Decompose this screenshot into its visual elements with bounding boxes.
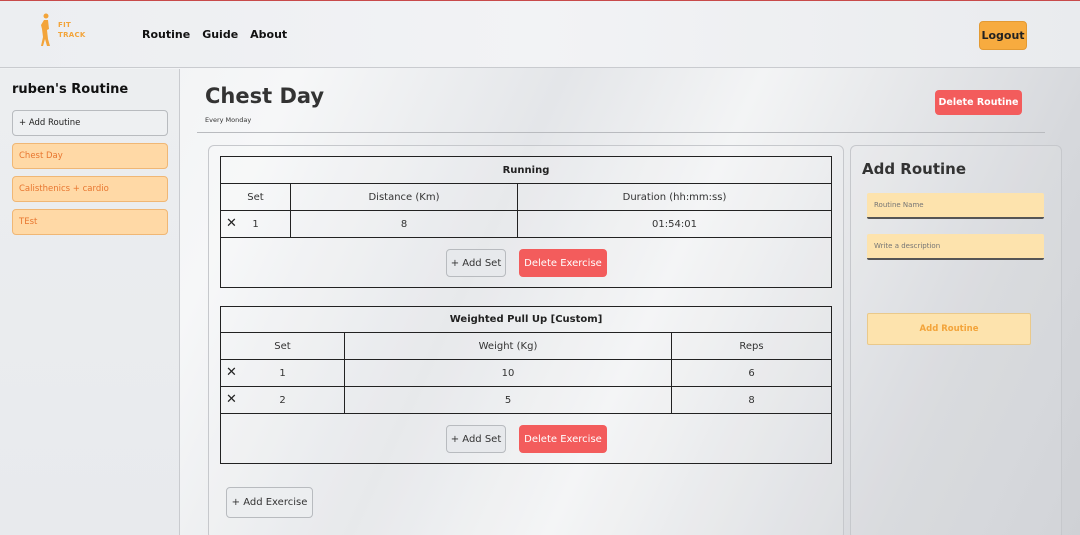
- routine-name-input[interactable]: [867, 193, 1044, 219]
- column-header: Set: [221, 333, 345, 359]
- top-navbar: FIT TRACK Routine Guide About Logout: [0, 0, 1080, 68]
- table-header-row: Set Distance (Km) Duration (hh:mm:ss): [221, 184, 831, 211]
- table-row: ✕ 1 10 6: [221, 360, 831, 387]
- title-divider: [197, 132, 1045, 133]
- reps-value: 8: [748, 394, 755, 406]
- exercise-card-weighted-pull-up: Weighted Pull Up [Custom] Set Weight (Kg…: [220, 306, 832, 464]
- runner-icon: [41, 13, 50, 46]
- main-nav: Routine Guide About: [142, 28, 287, 41]
- column-header: Weight (Kg): [345, 333, 672, 359]
- logout-button[interactable]: Logout: [979, 21, 1027, 50]
- sidebar-item-test[interactable]: TEst: [12, 209, 168, 235]
- column-header: Set: [221, 184, 291, 210]
- nav-guide[interactable]: Guide: [202, 28, 238, 41]
- routine-description-input[interactable]: [867, 234, 1044, 260]
- delete-set-icon[interactable]: ✕: [226, 392, 237, 407]
- exercise-title: Running: [221, 157, 831, 184]
- delete-set-icon[interactable]: ✕: [226, 216, 237, 231]
- table-row: ✕ 2 5 8: [221, 387, 831, 414]
- exercise-card-running: Running Set Distance (Km) Duration (hh:m…: [220, 156, 832, 288]
- set-number: 2: [221, 387, 345, 413]
- add-routine-sidebar-button[interactable]: + Add Routine: [12, 110, 168, 136]
- logo[interactable]: FIT TRACK: [38, 13, 98, 49]
- add-routine-title: Add Routine: [862, 160, 967, 178]
- delete-exercise-button[interactable]: Delete Exercise: [519, 425, 607, 453]
- sidebar-title: ruben's Routine: [12, 82, 129, 97]
- nav-routine[interactable]: Routine: [142, 28, 190, 41]
- sidebar-item-calisthenics[interactable]: Calisthenics + cardio: [12, 176, 168, 202]
- add-exercise-button[interactable]: + Add Exercise: [226, 487, 313, 518]
- duration-value: 01:54:01: [652, 218, 697, 230]
- weight-value: 5: [345, 387, 672, 413]
- distance-value: 8: [291, 211, 518, 237]
- add-set-button[interactable]: + Add Set: [446, 425, 506, 453]
- weight-value: 10: [345, 360, 672, 386]
- delete-routine-button[interactable]: Delete Routine: [935, 90, 1022, 115]
- nav-about[interactable]: About: [250, 28, 287, 41]
- logo-text: FIT TRACK: [58, 21, 86, 39]
- table-row: ✕ 1 8 01:54:01: [221, 211, 831, 238]
- delete-exercise-button[interactable]: Delete Exercise: [519, 249, 607, 277]
- sidebar-item-chest-day[interactable]: Chest Day: [12, 143, 168, 169]
- column-header: Reps: [739, 340, 764, 352]
- delete-set-icon[interactable]: ✕: [226, 365, 237, 380]
- routine-schedule: Every Monday: [205, 116, 252, 124]
- column-header: Distance (Km): [291, 184, 518, 210]
- routine-sidebar: ruben's Routine + Add Routine Chest Day …: [0, 69, 180, 535]
- exercise-title: Weighted Pull Up [Custom]: [221, 307, 831, 333]
- column-header: Duration (hh:mm:ss): [622, 191, 727, 203]
- add-set-button[interactable]: + Add Set: [446, 249, 506, 277]
- exercise-actions: + Add Set Delete Exercise: [221, 238, 831, 287]
- exercise-actions: + Add Set Delete Exercise: [221, 414, 831, 463]
- set-number: 1: [221, 360, 345, 386]
- table-header-row: Set Weight (Kg) Reps: [221, 333, 831, 360]
- page-title: Chest Day: [205, 84, 325, 108]
- add-routine-submit-button[interactable]: Add Routine: [867, 313, 1031, 345]
- reps-value: 6: [748, 367, 755, 379]
